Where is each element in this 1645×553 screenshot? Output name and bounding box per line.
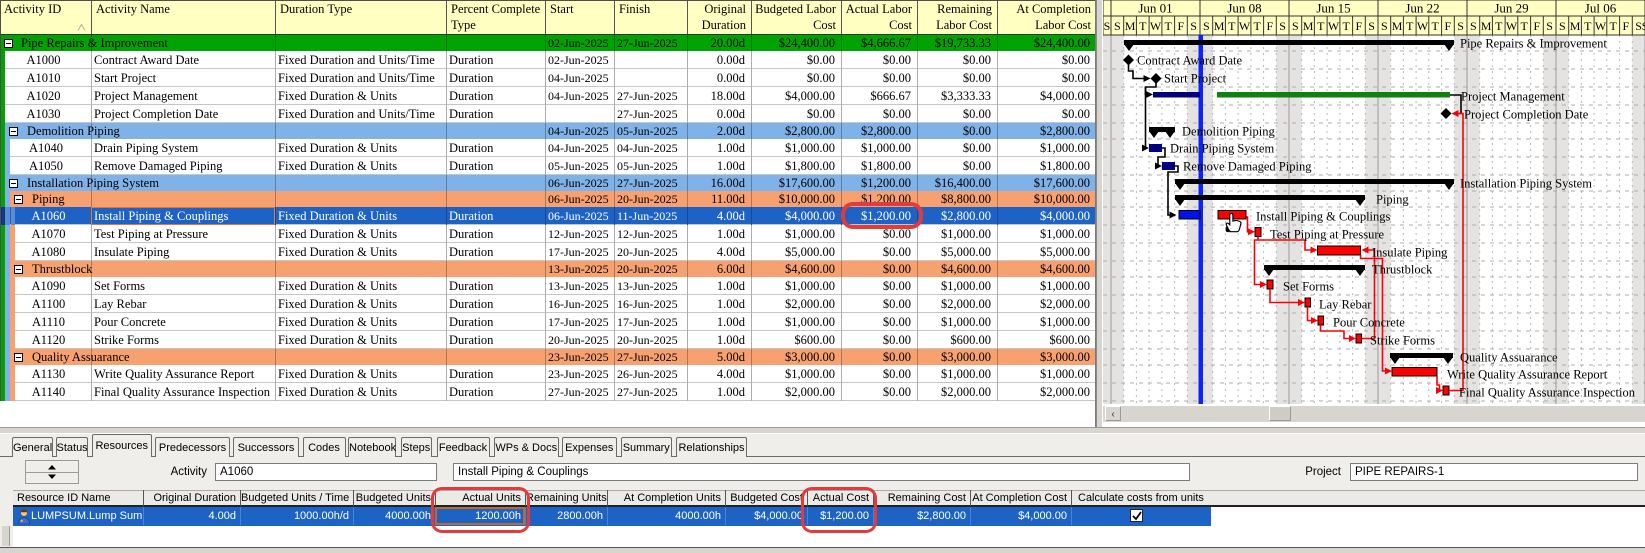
svg-text:F: F [1623,19,1630,33]
svg-text:Jun 01: Jun 01 [1138,1,1172,16]
svg-text:Jun 22: Jun 22 [1405,1,1439,16]
svg-text:W: W [1595,19,1607,33]
svg-text:S: S [1457,19,1464,33]
svg-text:S: S [1279,19,1286,33]
svg-text:Test Piping at Pressure: Test Piping at Pressure [1270,228,1384,242]
svg-text:W: W [1328,19,1340,33]
svg-text:Insulate Piping: Insulate Piping [1372,246,1448,260]
svg-text:T: T [1228,19,1236,33]
svg-text:F: F [1356,19,1363,33]
svg-text:W: W [1506,19,1518,33]
svg-text:W: W [1239,19,1251,33]
svg-text:Strike Forms: Strike Forms [1370,334,1435,348]
svg-text:M: M [1303,19,1314,33]
svg-text:S: S [1559,19,1566,33]
svg-text:F: F [1178,19,1185,33]
svg-text:T: T [1584,19,1592,33]
svg-text:Start Project: Start Project [1164,72,1227,86]
svg-text:Final Quality Assurance Inspec: Final Quality Assurance Inspection [1459,386,1636,400]
svg-text:T: T [1165,19,1173,33]
svg-text:Jun 29: Jun 29 [1494,1,1528,16]
svg-text:Install Piping & Couplings: Install Piping & Couplings [1256,210,1391,224]
svg-text:Demolition Piping: Demolition Piping [1182,125,1275,139]
svg-text:W: W [1150,19,1162,33]
svg-text:Project Management: Project Management [1461,90,1565,104]
svg-text:T: T [1521,19,1529,33]
svg-text:Installation Piping System: Installation Piping System [1460,177,1592,191]
svg-text:Pour Concrete: Pour Concrete [1333,316,1405,330]
svg-text:S: S [1368,19,1375,33]
svg-text:F: F [1534,19,1541,33]
svg-text:M: M [1570,19,1581,33]
svg-text:W: W [1417,19,1429,33]
svg-text:Pipe Repairs & Improvement: Pipe Repairs & Improvement [1460,37,1607,51]
svg-text:S: S [1292,19,1299,33]
svg-text:T: T [1495,19,1503,33]
svg-text:T: T [1610,19,1618,33]
svg-text:F: F [1267,19,1274,33]
svg-text:S: S [1381,19,1388,33]
svg-text:T: T [1343,19,1351,33]
svg-text:Project Completion Date: Project Completion Date [1464,108,1589,122]
svg-text:Thrustblock: Thrustblock [1372,263,1433,277]
svg-text:S: S [1546,19,1553,33]
svg-text:S: S [1104,19,1111,33]
svg-text:T: T [1254,19,1262,33]
svg-text:T: T [1406,19,1414,33]
svg-text:Jun 15: Jun 15 [1316,1,1350,16]
svg-text:T: T [1139,19,1147,33]
svg-text:Set Forms: Set Forms [1283,280,1334,294]
svg-text:S: S [1203,19,1210,33]
svg-text:T: T [1432,19,1440,33]
svg-text:Contract Award Date: Contract Award Date [1137,54,1243,68]
svg-text:Jul 06: Jul 06 [1585,1,1617,16]
svg-text:Jun 08: Jun 08 [1227,1,1261,16]
svg-text:Lay Rebar: Lay Rebar [1319,298,1372,312]
svg-text:Quality Assuarance: Quality Assuarance [1460,351,1558,365]
svg-text:Piping: Piping [1376,193,1409,207]
svg-text:Write Quality Assurance Report: Write Quality Assurance Report [1447,368,1608,382]
svg-text:S: S [1190,19,1197,33]
svg-text:M: M [1125,19,1136,33]
svg-text:Drain Piping System: Drain Piping System [1170,142,1274,156]
svg-text:S: S [1470,19,1477,33]
svg-text:F: F [1445,19,1452,33]
svg-text:S: S [1642,19,1645,33]
svg-text:M: M [1481,19,1492,33]
svg-text:T: T [1317,19,1325,33]
svg-text:Remove Damaged Piping: Remove Damaged Piping [1183,160,1312,174]
svg-text:M: M [1392,19,1403,33]
svg-text:S: S [1114,19,1121,33]
svg-text:M: M [1214,19,1225,33]
